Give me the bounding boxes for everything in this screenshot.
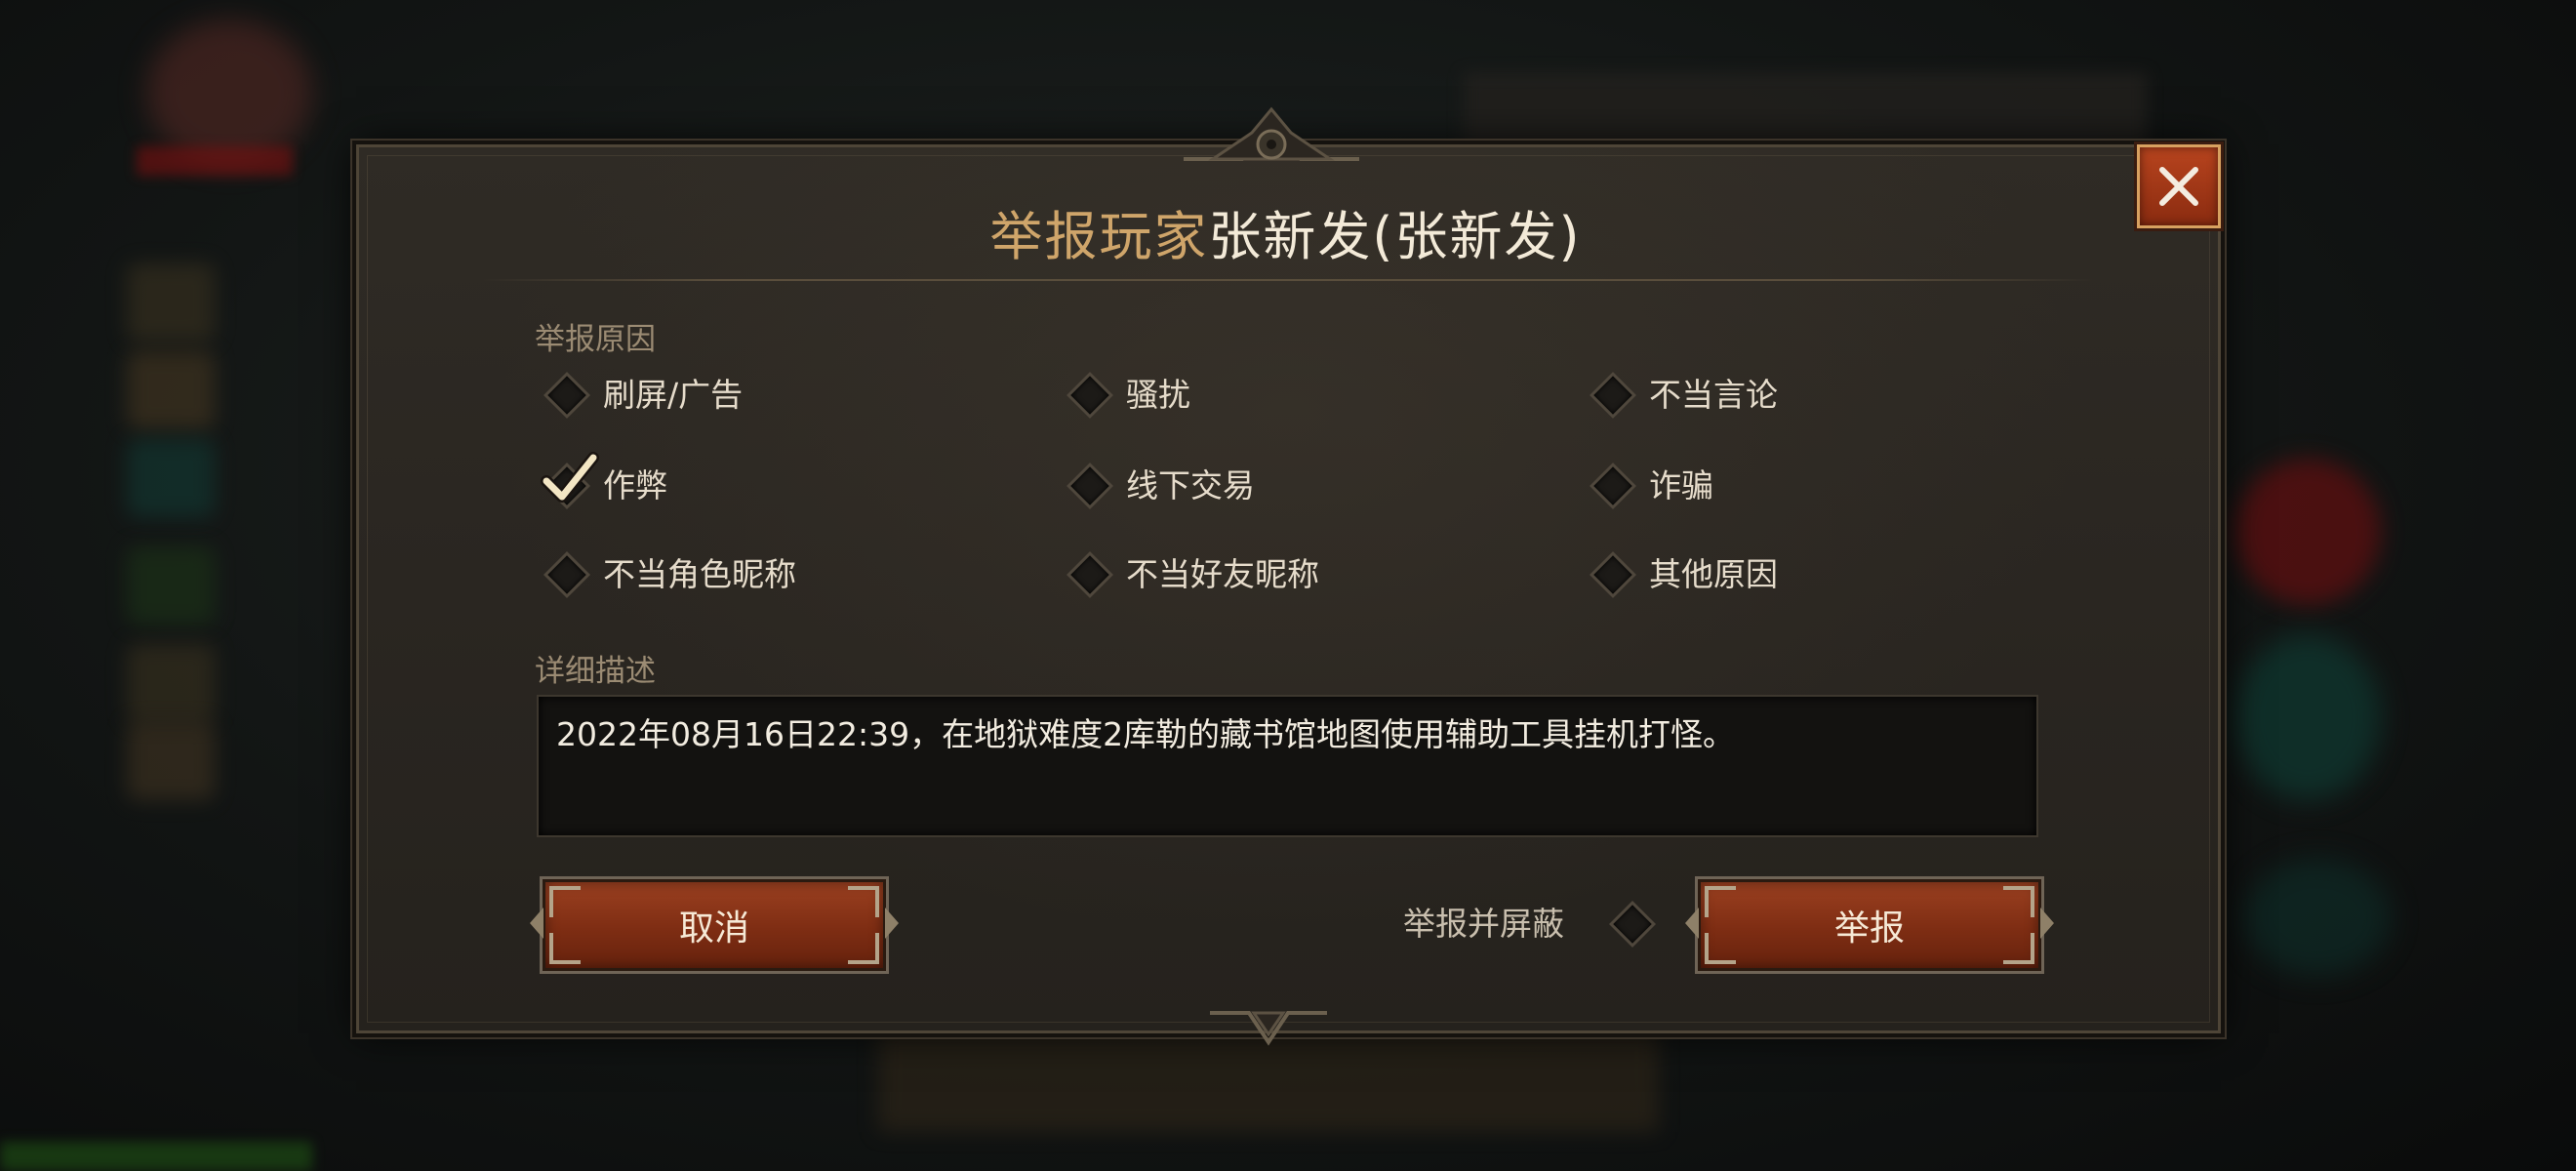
- reason-label: 诈骗: [1649, 466, 1713, 505]
- reason-option-cheating[interactable]: 作弊: [541, 449, 667, 517]
- reason-option-spam-ad[interactable]: 刷屏/广告: [543, 358, 743, 426]
- reason-label: 其他原因: [1649, 555, 1778, 593]
- cancel-button-label: 取消: [678, 909, 749, 949]
- background-skill-orb: [2234, 634, 2381, 800]
- reason-label: 骚扰: [1126, 376, 1190, 414]
- background-side-icon: [127, 263, 215, 342]
- checkbox-diamond-icon: [1066, 371, 1114, 420]
- background-side-icon: [127, 351, 215, 429]
- description-text: 2022年08月16日22:39，在地狱难度2库勒的藏书馆地图使用辅助工具挂机打…: [556, 715, 1736, 753]
- background-side-icon: [127, 439, 215, 517]
- checkbox-diamond-icon: [1589, 371, 1637, 420]
- reason-option-bad-friend-name[interactable]: 不当好友昵称: [1066, 538, 1319, 606]
- background-health-bar: [137, 146, 293, 176]
- checkbox-diamond-icon: [543, 371, 591, 420]
- background-status-bar: [0, 1142, 312, 1171]
- description-label: 详细描述: [535, 654, 656, 689]
- reason-option-bad-character-name[interactable]: 不当角色昵称: [543, 538, 796, 606]
- checkbox-diamond-icon: [1608, 900, 1657, 949]
- title-prefix: 举报玩家: [989, 206, 1209, 267]
- reason-option-fraud[interactable]: 诈骗: [1589, 449, 1713, 517]
- cancel-button[interactable]: 取消: [530, 879, 899, 971]
- reason-option-other[interactable]: 其他原因: [1589, 538, 1778, 606]
- checkbox-diamond-icon: [1066, 550, 1114, 599]
- title-divider: [478, 279, 2098, 281]
- reason-label: 不当言论: [1649, 376, 1778, 414]
- reason-label: 不当角色昵称: [603, 555, 796, 593]
- checkbox-diamond-icon: [541, 452, 599, 510]
- dialog-bottom-ornament: [1210, 1011, 1327, 1046]
- background-skill-orb: [2244, 859, 2391, 976]
- report-reason-label: 举报原因: [535, 322, 656, 357]
- background-side-icon: [127, 722, 215, 800]
- reason-label: 线下交易: [1126, 466, 1255, 505]
- checkbox-diamond-icon: [1589, 550, 1637, 599]
- background-skill-orb: [2234, 459, 2381, 605]
- background-side-icon: [127, 546, 215, 625]
- reason-option-inappropriate-speech[interactable]: 不当言论: [1589, 358, 1778, 426]
- report-button[interactable]: 举报: [1685, 879, 2054, 971]
- background-portrait: [146, 20, 312, 166]
- report-and-block-checkbox[interactable]: [1608, 887, 1669, 955]
- description-textarea[interactable]: 2022年08月16日22:39，在地狱难度2库勒的藏书馆地图使用辅助工具挂机打…: [537, 695, 2038, 837]
- reason-label: 作弊: [603, 466, 667, 505]
- background-side-icon: [127, 644, 215, 722]
- reason-label: 不当好友昵称: [1126, 555, 1319, 593]
- report-and-block-label: 举报并屏蔽: [1403, 905, 1564, 943]
- reason-option-harassment[interactable]: 骚扰: [1066, 358, 1190, 426]
- dialog-title: 举报玩家张新发(张新发): [356, 193, 2215, 270]
- checkbox-diamond-icon: [1066, 462, 1114, 510]
- reason-option-offline-trade[interactable]: 线下交易: [1066, 449, 1255, 517]
- checkbox-diamond-icon: [1589, 462, 1637, 510]
- report-button-label: 举报: [1833, 909, 1905, 949]
- reason-label: 刷屏/广告: [603, 376, 744, 414]
- dialog-top-ornament: [1184, 106, 1359, 161]
- checkmark-icon: [541, 452, 599, 503]
- checkbox-diamond-icon: [543, 550, 591, 599]
- title-player-name: 张新发(张新发): [1208, 206, 1582, 267]
